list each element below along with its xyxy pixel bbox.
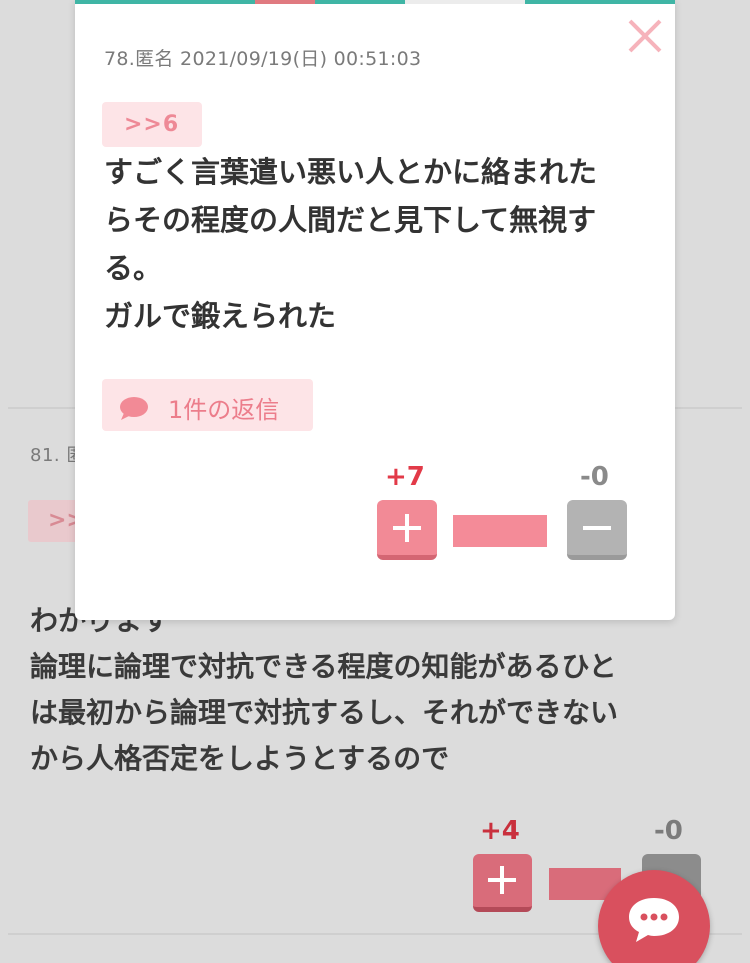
replies-button[interactable]: 1件の返信 [102, 379, 313, 431]
post-line: 論理に論理で対抗できる程度の知能があるひと [30, 650, 617, 683]
post-line: は最初から論理で対抗するし、それができない [30, 696, 619, 729]
anchor-popup: 78.匿名 2021/09/19(日) 00:51:03 >>6 すごく言葉遣い… [75, 0, 675, 620]
plus-count: +7 [385, 462, 425, 492]
minus-count: -0 [580, 462, 609, 492]
plus-icon [393, 514, 421, 542]
speech-bubble-icon [120, 397, 148, 420]
vote-panel: +7 -0 [375, 462, 635, 572]
vote-ratio-bar [453, 515, 547, 547]
plus-icon [488, 866, 516, 894]
post-line: る。 [104, 251, 163, 285]
chat-bubble-icon [629, 898, 679, 942]
post-line: すごく言葉遣い悪い人とかに絡まれた [104, 155, 598, 189]
post-line: らその程度の人間だと見下して無視す [104, 203, 597, 237]
close-button[interactable] [625, 16, 665, 56]
anchor-link[interactable]: >>6 [102, 102, 202, 147]
popup-top-strip [75, 0, 675, 4]
minus-icon [583, 526, 611, 530]
post-line: から人格否定をしようとするので [30, 742, 450, 775]
plus-vote-button[interactable] [473, 854, 532, 912]
post-body: すごく言葉遣い悪い人とかに絡まれた らその程度の人間だと見下して無視す る。 ガ… [104, 148, 664, 340]
replies-label: 1件の返信 [168, 396, 280, 424]
post-body: わかります 論理に論理で対抗できる程度の知能があるひと は最初から論理で対抗する… [30, 598, 720, 782]
minus-count: -0 [654, 816, 683, 846]
close-icon [628, 19, 662, 53]
minus-vote-button[interactable] [567, 500, 627, 560]
plus-count: +4 [480, 816, 520, 846]
post-line: ガルで鍛えられた [104, 299, 337, 333]
post-meta: 78.匿名 2021/09/19(日) 00:51:03 [104, 48, 422, 70]
plus-vote-button[interactable] [377, 500, 437, 560]
